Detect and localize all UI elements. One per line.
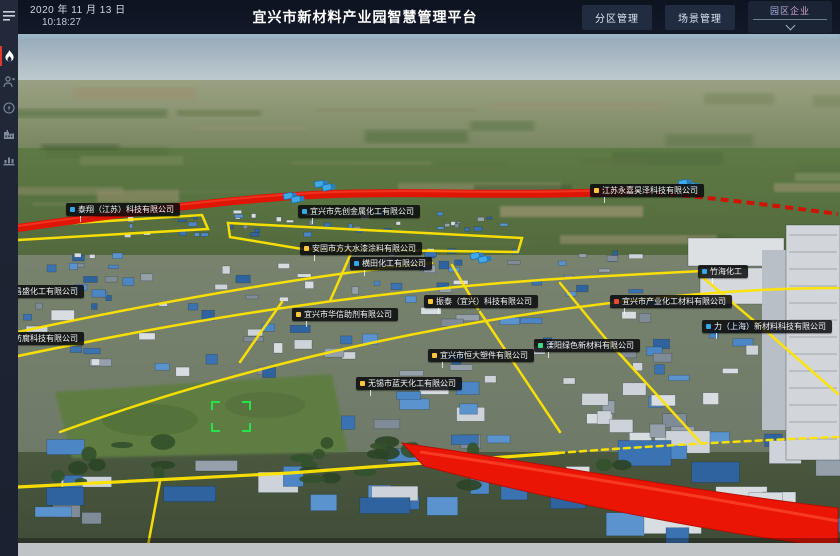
map-company-label[interactable]: 溧阳绿色新材料有限公司 [534,339,640,352]
company-marker-icon [432,353,437,358]
company-marker-icon [428,299,433,304]
map-company-label[interactable]: 泰翔（江苏）科技有限公司 [66,203,180,216]
map-company-label[interactable]: 无锡市蓝天化工有限公司 [356,377,462,390]
company-label-text: 振泰（宜兴）科技有限公司 [436,296,532,307]
factory-icon[interactable] [0,121,18,147]
company-label-text: 竹海化工 [710,266,742,277]
company-marker-icon [302,209,307,214]
person-alert-icon[interactable] [0,69,18,95]
sidebar-rail [0,0,18,556]
company-marker-icon [594,188,599,193]
map-company-label[interactable]: 振泰（宜兴）科技有限公司 [424,295,538,308]
page-title: 宜兴市新材料产业园智慧管理平台 [184,7,546,27]
smart-park-platform: { "header": { "date": "2020 年 11 月 13 日"… [0,0,840,556]
scene-manage-button[interactable]: 场景管理 [665,5,735,30]
dropdown-label: 园区企业 [753,4,827,17]
company-marker-icon [354,261,359,266]
fire-icon[interactable] [0,43,18,69]
chevron-down-icon [785,21,795,31]
map-3d-scene[interactable] [0,0,840,556]
company-label-text: 宜兴市华信助剂有限公司 [304,309,392,320]
header-actions: 分区管理 场景管理 园区企业 [582,1,840,33]
map-company-label[interactable]: 横田化工有限公司 [350,257,432,270]
company-marker-icon [614,299,619,304]
map-company-label[interactable]: 宜兴市华信助剂有限公司 [292,308,398,321]
map-company-label[interactable]: 宜兴市恒大塑件有限公司 [428,349,534,362]
company-label-text: 宜兴市产业化工材料有限公司 [622,296,726,307]
map-company-label[interactable]: 竹海化工 [698,265,748,278]
company-marker-icon [304,246,309,251]
map-company-label[interactable]: 安固市方大水漆涂料有限公司 [300,242,422,255]
header-bar: 2020 年 11 月 13 日 10:18:27 宜兴市新材料产业园智慧管理平… [18,0,840,34]
menu-icon[interactable] [0,3,18,29]
company-label-text: 无锡市蓝天化工有限公司 [368,378,456,389]
power-icon[interactable] [0,95,18,121]
company-label-text: 昌盛化工有限公司 [14,286,78,297]
company-label-text: 宜兴市恒大塑件有限公司 [440,350,528,361]
company-marker-icon [296,312,301,317]
map-company-label[interactable]: 力（上海）新材料科技有限公司 [702,320,832,333]
company-label-text: 江苏永嘉昊泽科技有限公司 [602,185,698,196]
bar-chart-icon[interactable] [0,147,18,173]
company-label-text: 横田化工有限公司 [362,258,426,269]
company-label-text: 安固市方大水漆涂料有限公司 [312,243,416,254]
company-marker-icon [702,269,707,274]
map-company-label[interactable]: 宜兴市产业化工材料有限公司 [610,295,732,308]
zone-manage-button[interactable]: 分区管理 [582,5,652,30]
company-label-text: 宜兴市先创金属化工有限公司 [310,206,414,217]
company-marker-icon [538,343,543,348]
company-label-text: 泰翔（江苏）科技有限公司 [78,204,174,215]
company-marker-icon [70,207,75,212]
park-enterprise-dropdown[interactable]: 园区企业 [748,1,832,33]
map-company-label[interactable]: 宜兴市先创金属化工有限公司 [298,205,420,218]
company-marker-icon [360,381,365,386]
map-company-label[interactable]: 江苏永嘉昊泽科技有限公司 [590,184,704,197]
company-label-text: 力（上海）新材料科技有限公司 [714,321,826,332]
company-marker-icon [706,324,711,329]
company-label-text: 溧阳绿色新材料有限公司 [546,340,634,351]
